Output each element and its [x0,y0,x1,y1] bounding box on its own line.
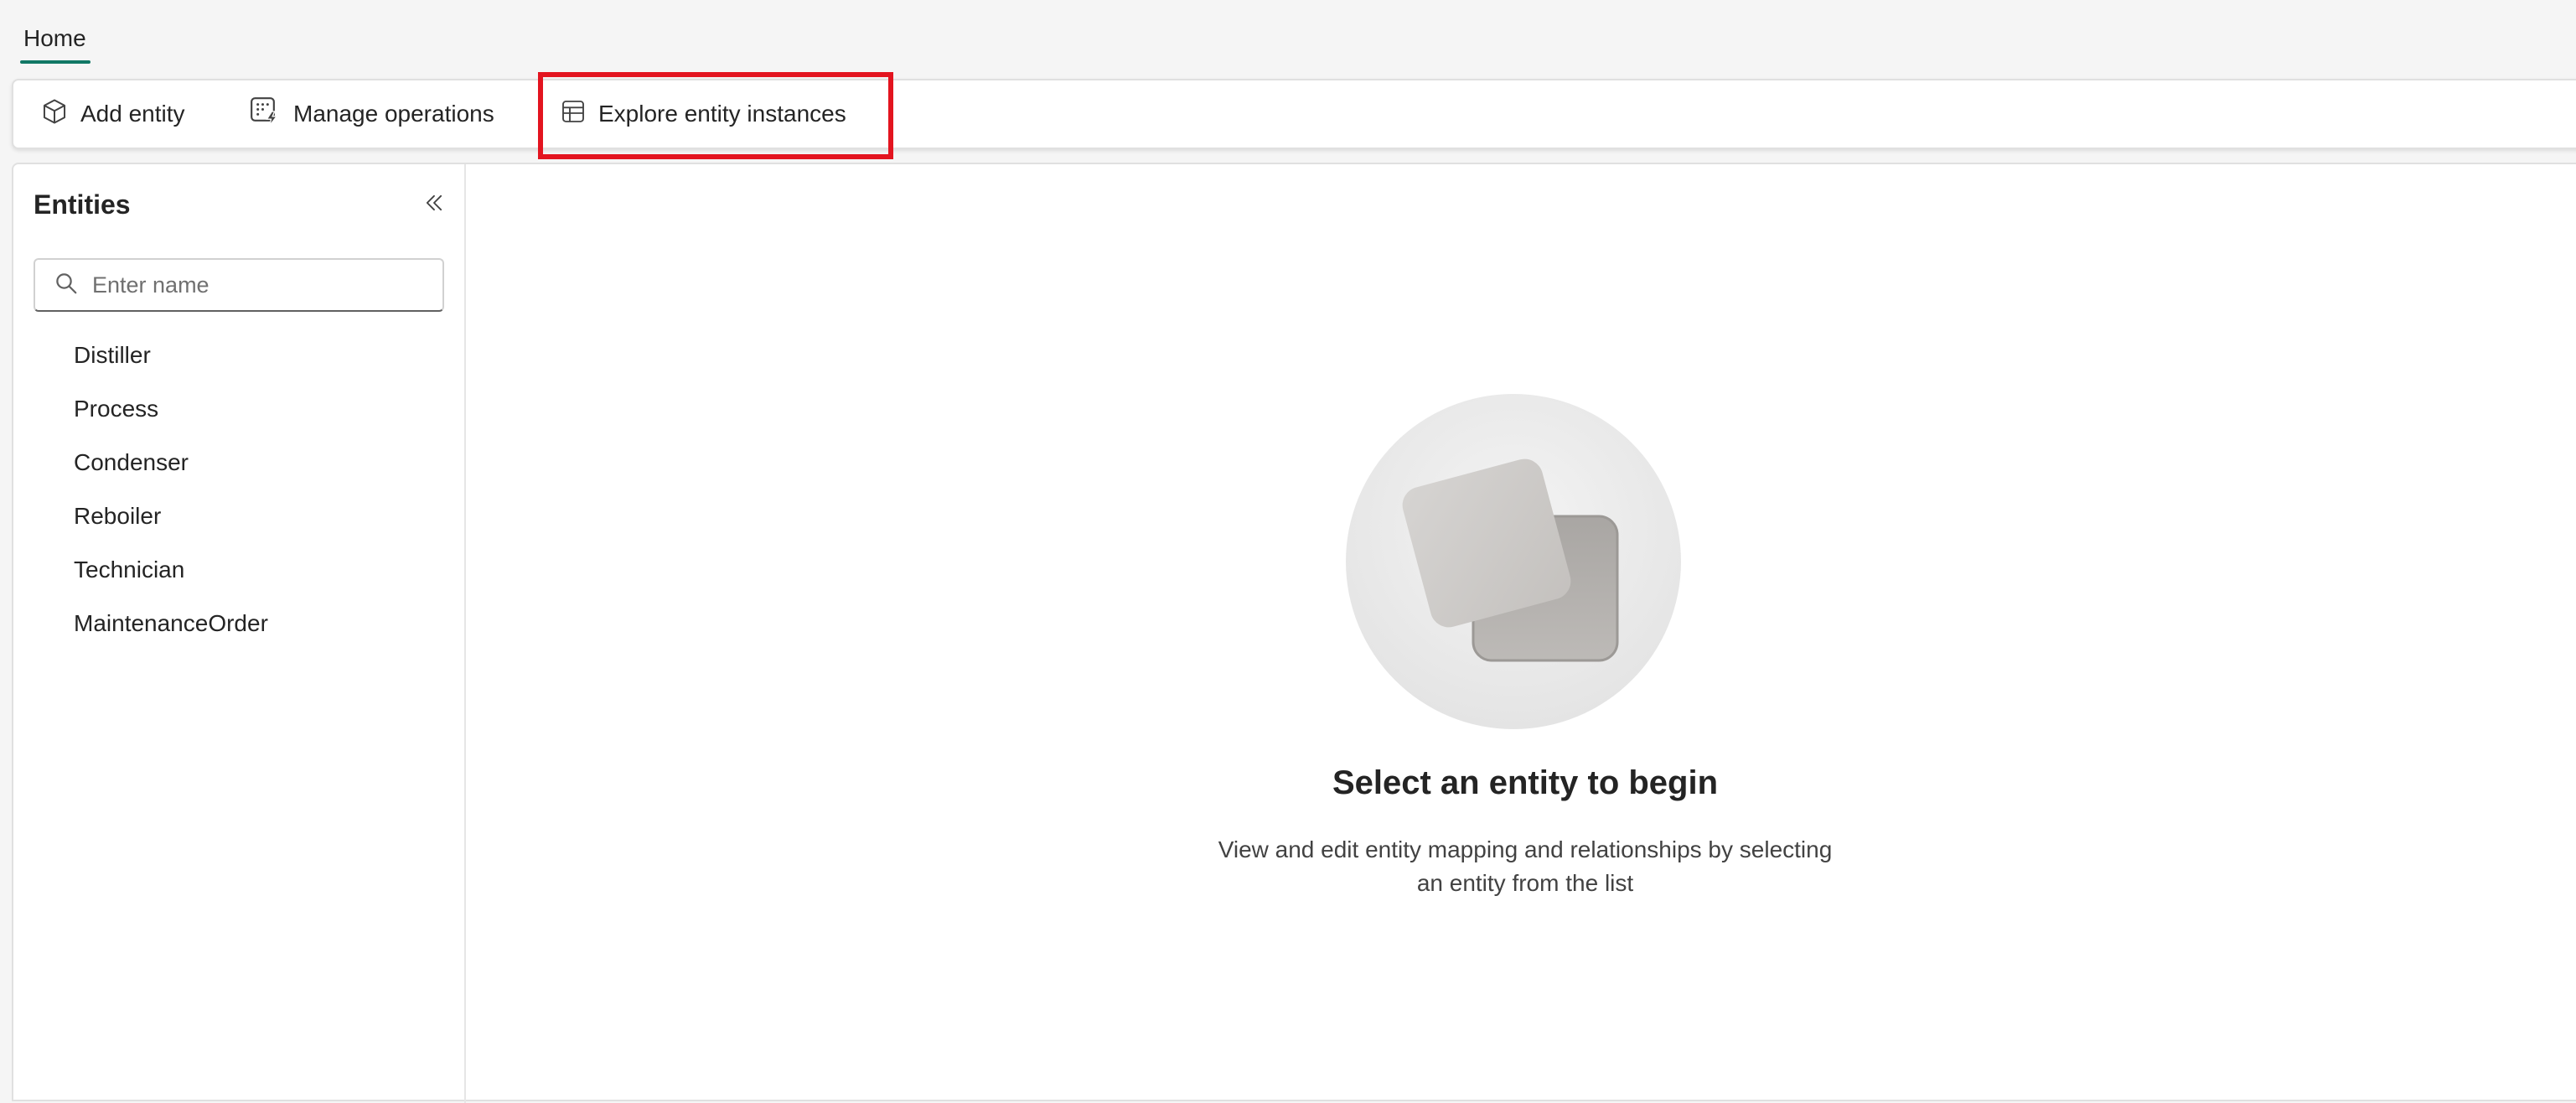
entity-item-condenser[interactable]: Condenser [13,436,464,489]
cube-icon [40,97,69,132]
empty-state-description-line-2: an entity from the list [1416,870,1634,896]
sidebar-title: Entities [34,189,131,220]
empty-state-description: View and edit entity mapping and relatio… [453,833,2576,900]
entity-item-reboiler[interactable]: Reboiler [13,489,464,543]
entity-item-technician[interactable]: Technician [13,543,464,597]
tab-home-selected-indicator [20,60,91,64]
entity-list: Distiller Process Condenser Reboiler Tec… [13,329,464,650]
manage-operations-label: Manage operations [293,101,494,127]
main-panel: Entities Distiller Process Condenser [12,163,2576,1103]
empty-state-description-line-1: View and edit entity mapping and relatio… [1218,836,1833,862]
add-entity-label: Add entity [80,101,185,127]
tab-home[interactable]: Home [23,23,86,54]
explore-entity-instances-label: Explore entity instances [598,101,846,127]
entity-item-process[interactable]: Process [13,382,464,436]
manage-operations-button[interactable]: Manage operations [248,80,494,148]
ribbon-toolbar: Add entity Manage operations Explore ent… [12,79,2576,149]
entity-search-input[interactable] [91,271,426,299]
table-icon [560,98,587,131]
entities-sidebar: Entities Distiller Process Condenser [13,164,466,1103]
collapse-sidebar-button[interactable] [417,188,451,221]
stacked-squares-illustration [1346,394,1681,729]
empty-state-title: Select an entity to begin [1332,764,1719,801]
explore-entity-instances-button[interactable]: Explore entity instances [560,80,846,148]
entity-search-field [34,258,444,312]
add-entity-button[interactable]: Add entity [40,80,185,148]
search-icon [54,271,79,300]
entity-item-maintenanceorder[interactable]: MaintenanceOrder [13,597,464,650]
double-chevron-left-icon [422,191,446,219]
top-tab-bar: Home [0,0,2576,77]
grid-flash-icon [248,95,282,134]
entity-item-distiller[interactable]: Distiller [13,329,464,382]
